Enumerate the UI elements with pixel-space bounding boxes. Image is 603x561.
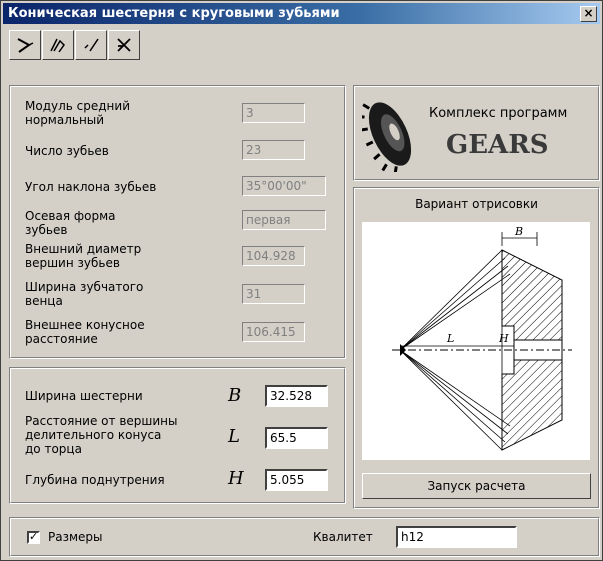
param-label-teeth: Число зубьев bbox=[25, 144, 109, 158]
footer-panel: ✓ Размеры Квалитет h12 bbox=[9, 517, 600, 557]
cross-icon bbox=[117, 38, 131, 52]
undercut-input[interactable]: 5.055 bbox=[265, 469, 328, 491]
logo-line1: Комплекс программ bbox=[429, 106, 568, 121]
dim-l-label: L bbox=[446, 332, 454, 345]
param-field-outer-diameter: 104.928 bbox=[242, 246, 305, 266]
edit-icon bbox=[50, 38, 65, 53]
param-label-axial-form: Осевая форма зубьев bbox=[25, 209, 116, 237]
param-label-face-width: Ширина зубчатого венца bbox=[25, 280, 144, 308]
input-label-width: Ширина шестерни bbox=[25, 389, 143, 403]
dim-b-label: B bbox=[514, 225, 523, 238]
edit-button[interactable] bbox=[42, 30, 74, 60]
check-icon bbox=[84, 38, 99, 52]
cancel-button[interactable] bbox=[108, 30, 140, 60]
width-input[interactable]: 32.528 bbox=[265, 385, 328, 407]
main-window: Коническая шестерня с круговыми зубьями … bbox=[0, 0, 603, 561]
input-label-undercut: Глубина поднутрения bbox=[25, 473, 165, 487]
window-title: Коническая шестерня с круговыми зубьями bbox=[8, 6, 340, 21]
distance-input[interactable]: 65.5 bbox=[265, 427, 328, 449]
symbol-b: B bbox=[228, 385, 242, 406]
symbol-h: H bbox=[228, 468, 244, 489]
sizes-checkbox[interactable]: ✓ bbox=[27, 530, 40, 544]
param-field-face-width: 31 bbox=[242, 284, 305, 304]
drawing-panel: Вариант отрисовки B L H Запуск расчета bbox=[353, 187, 600, 509]
param-field-module: 3 bbox=[242, 103, 305, 123]
param-label-module: Модуль средний нормальный bbox=[25, 99, 130, 127]
param-label-angle: Угол наклона зубьев bbox=[25, 180, 157, 194]
dim-h-label: H bbox=[498, 332, 509, 345]
quality-input[interactable]: h12 bbox=[396, 526, 517, 548]
param-field-teeth: 23 bbox=[242, 140, 305, 160]
bevel-gear-drawing: B L H bbox=[362, 222, 590, 460]
inputs-panel: Ширина шестерни B 32.528 Расстояние от в… bbox=[9, 367, 346, 504]
logo-line2: GEARS bbox=[446, 130, 549, 160]
param-label-cone-distance: Внешнее конусное расстояние bbox=[25, 318, 145, 346]
pen-icon bbox=[17, 38, 34, 53]
param-field-angle: 35°00'00" bbox=[242, 176, 326, 196]
close-button[interactable]: × bbox=[580, 6, 597, 22]
check-button[interactable] bbox=[75, 30, 107, 60]
param-label-outer-diameter: Внешний диаметр вершин зубьев bbox=[25, 242, 142, 270]
run-calculation-button[interactable]: Запуск расчета bbox=[362, 473, 591, 499]
quality-label: Квалитет bbox=[313, 530, 373, 544]
logo-panel: Комплекс программ GEARS bbox=[353, 85, 600, 181]
param-field-cone-distance: 106.415 bbox=[242, 322, 305, 342]
symbol-l: L bbox=[228, 426, 240, 447]
params-panel: Модуль средний нормальный 3 Число зубьев… bbox=[9, 85, 346, 359]
param-field-axial-form: первая bbox=[242, 210, 326, 230]
toolbar bbox=[9, 30, 140, 60]
title-bar: Коническая шестерня с круговыми зубьями … bbox=[3, 3, 600, 24]
sizes-label: Размеры bbox=[48, 530, 103, 544]
input-label-distance: Расстояние от вершины делительного конус… bbox=[25, 414, 178, 456]
gear-logo-icon bbox=[362, 102, 412, 172]
checkmark-icon: ✓ bbox=[29, 530, 39, 543]
drawing-title: Вариант отрисовки bbox=[415, 197, 538, 211]
pen-button[interactable] bbox=[9, 30, 41, 60]
